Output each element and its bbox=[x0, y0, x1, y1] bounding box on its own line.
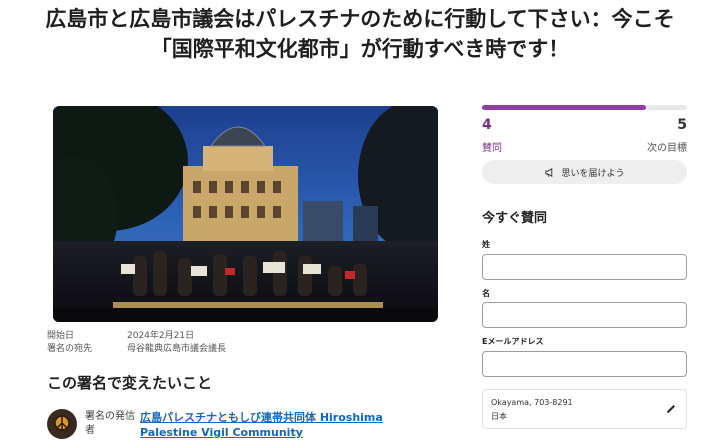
petition-hero-image bbox=[53, 106, 438, 322]
petition-title-line2: 「国際平和文化都市」が行動すべき時です！ bbox=[150, 37, 570, 61]
start-date-label: 開始日 bbox=[47, 331, 75, 341]
location-field[interactable]: Okayama, 703-8291 日本 bbox=[482, 389, 687, 429]
target-value: 母谷龍典広島市議会議長 bbox=[127, 344, 227, 354]
signature-count-value: 4 bbox=[482, 117, 492, 133]
starter-org-link[interactable]: 広島パレスチナともしび連帯共同体 Hiroshima Palestine Vig… bbox=[140, 410, 440, 440]
last-name-label: 姓 bbox=[482, 240, 490, 249]
pencil-icon[interactable] bbox=[665, 403, 677, 415]
atomic-dome-vigil-photo bbox=[53, 106, 438, 322]
sign-form-title: 今すぐ賛同 bbox=[482, 211, 548, 226]
first-name-input[interactable] bbox=[482, 302, 687, 328]
email-input[interactable] bbox=[482, 351, 687, 377]
share-button-label: 思いを届けよう bbox=[561, 168, 625, 179]
signature-progress-bar bbox=[482, 105, 687, 110]
last-name-input[interactable] bbox=[482, 254, 687, 280]
share-button[interactable]: 思いを届けよう bbox=[482, 160, 687, 184]
petition-title-line1: 広島市と広島市議会はパレスチナのために行動して下さい：今こそ bbox=[45, 7, 675, 31]
petition-starter: 署名の発信者 広島パレスチナともしび連帯共同体 Hiroshima Palest… bbox=[47, 407, 447, 443]
section-heading: この署名で変えたいこと bbox=[47, 374, 213, 392]
location-city: Okayama, 703-8291 bbox=[491, 398, 573, 407]
signature-progress-fill bbox=[482, 105, 646, 110]
peace-symbol-icon bbox=[54, 415, 70, 431]
megaphone-icon bbox=[545, 167, 553, 177]
signature-goal-value: 5 bbox=[677, 117, 687, 133]
location-country: 日本 bbox=[491, 412, 507, 421]
starter-role: 署名の発信者 bbox=[85, 411, 135, 436]
email-label: Eメールアドレス bbox=[482, 337, 544, 346]
start-date-value: 2024年2月21日 bbox=[127, 331, 195, 341]
target-label: 署名の宛先 bbox=[47, 344, 93, 354]
petition-meta: 開始日 2024年2月21日 署名の宛先 母谷龍典広島市議会議長 bbox=[47, 330, 226, 356]
signature-goal-label: 次の目標 bbox=[647, 143, 687, 154]
first-name-label: 名 bbox=[482, 289, 490, 298]
signature-count-label: 賛同 bbox=[482, 143, 502, 154]
starter-avatar bbox=[47, 409, 77, 439]
petition-title: 広島市と広島市議会はパレスチナのために行動して下さい：今こそ 「国際平和文化都市… bbox=[0, 4, 720, 64]
